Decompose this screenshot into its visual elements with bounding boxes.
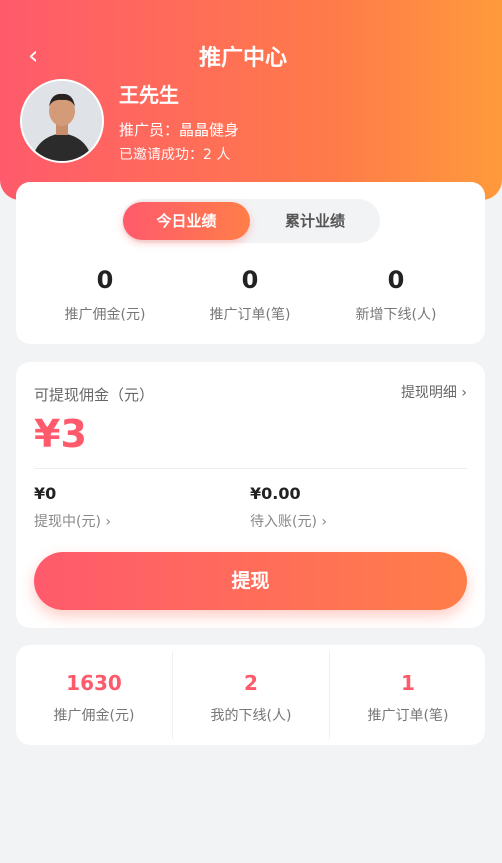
tab-today[interactable]: 今日业绩: [123, 202, 250, 240]
summary-orders[interactable]: 1 推广订单(笔): [330, 645, 486, 745]
summary-card: 1630 推广佣金(元) 2 我的下线(人) 1 推广订单(笔): [16, 645, 485, 745]
summary-label: 推广订单(笔): [367, 708, 449, 724]
withdraw-detail-link[interactable]: 提现明细 ›: [401, 382, 467, 402]
user-name: 王先生: [119, 83, 179, 107]
pending-block: ¥0.00 待入账(元) ›: [250, 484, 327, 531]
page-title: 推广中心: [198, 46, 287, 71]
avatar-image: [22, 81, 102, 161]
stat-value: 0: [241, 266, 259, 294]
summary-label: 推广佣金(元): [53, 708, 135, 724]
avatar: [20, 79, 104, 163]
stat-value: 0: [96, 266, 114, 294]
withdrawing-link[interactable]: 提现中(元) ›: [34, 511, 111, 531]
summary-label: 我的下线(人): [210, 708, 292, 724]
stat-orders: 0 推广订单(笔): [170, 266, 330, 324]
invited-count: 已邀请成功：2 人: [119, 147, 231, 163]
summary-commission[interactable]: 1630 推广佣金(元): [16, 645, 172, 745]
summary-value: 1630: [66, 671, 122, 695]
performance-card: 今日业绩 累计业绩 0 推广佣金(元) 0 推广订单(笔) 0 新增下线(人): [16, 182, 485, 344]
tab-total[interactable]: 累计业绩: [250, 202, 380, 240]
stat-commission: 0 推广佣金(元): [25, 266, 185, 324]
available-commission-label: 可提现佣金（元）: [34, 386, 155, 404]
withdrawing-block: ¥0 提现中(元) ›: [34, 484, 111, 531]
stat-value: 0: [387, 266, 405, 294]
header: ‹ 推广中心 王先生 推广员：晶晶健身 已邀请成功：2 人: [0, 0, 502, 200]
stat-downlines: 0 新增下线(人): [316, 266, 476, 324]
available-amount: ¥3: [34, 412, 87, 456]
commission-card: 可提现佣金（元） 提现明细 › ¥3 ¥0 提现中(元) › ¥0.00 待入账…: [16, 362, 485, 628]
promoter-info: 推广员：晶晶健身: [119, 121, 240, 139]
pending-link[interactable]: 待入账(元) ›: [250, 511, 327, 531]
summary-value: 2: [244, 671, 258, 695]
pending-value: ¥0.00: [250, 484, 301, 503]
stat-label: 新增下线(人): [355, 307, 437, 323]
stat-label: 推广订单(笔): [209, 307, 291, 323]
withdrawing-value: ¥0: [34, 484, 57, 503]
summary-value: 1: [401, 671, 415, 695]
stat-label: 推广佣金(元): [64, 307, 146, 323]
withdraw-button[interactable]: 提现: [34, 552, 467, 610]
summary-downlines[interactable]: 2 我的下线(人): [173, 645, 329, 745]
performance-toggle: 今日业绩 累计业绩: [122, 199, 380, 243]
divider: [34, 468, 467, 469]
